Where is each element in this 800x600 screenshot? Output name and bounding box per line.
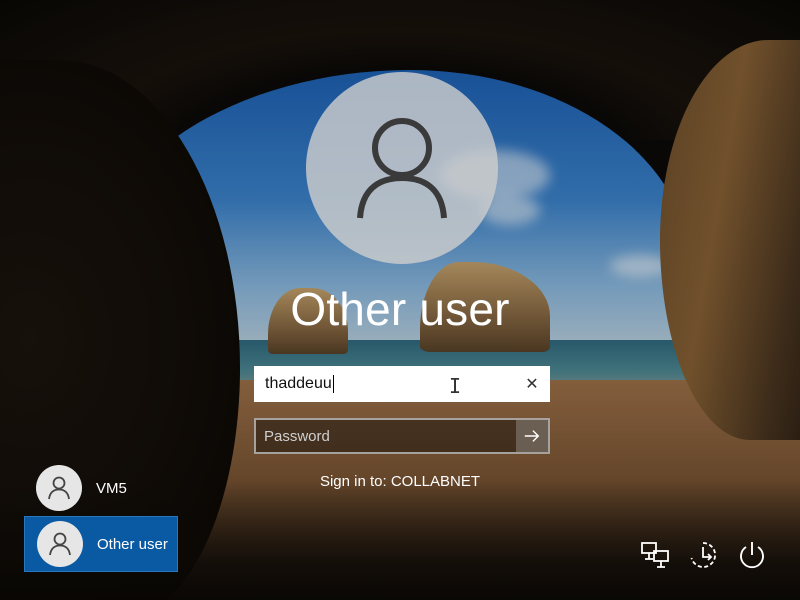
account-other-user[interactable]: Other user <box>24 516 178 572</box>
submit-button[interactable] <box>516 420 548 452</box>
user-icon <box>49 532 71 556</box>
username-value: thaddeuu <box>265 375 332 393</box>
ibeam-cursor-icon: I <box>449 374 462 398</box>
ease-of-access-button[interactable] <box>686 538 720 572</box>
lock-screen: Other user thaddeuu I ✕ Sign in to: COLL… <box>0 0 800 600</box>
ease-of-access-icon <box>690 542 716 568</box>
network-icon <box>641 542 669 568</box>
page-title: Other user <box>290 283 510 335</box>
avatar <box>37 521 83 567</box>
password-field[interactable] <box>256 420 516 452</box>
network-button[interactable] <box>639 538 673 572</box>
username-field[interactable]: thaddeuu I ✕ <box>254 366 550 402</box>
password-field-wrap <box>254 418 550 454</box>
user-icon <box>357 118 447 219</box>
account-vm5[interactable]: VM5 <box>24 460 178 516</box>
user-avatar <box>306 72 498 264</box>
username-value-wrap[interactable]: thaddeuu <box>255 374 515 393</box>
avatar <box>36 465 82 511</box>
account-label: VM5 <box>96 479 127 497</box>
account-label: Other user <box>97 535 168 553</box>
arrow-right-icon <box>524 430 540 442</box>
power-icon <box>740 542 764 569</box>
text-caret <box>332 374 334 393</box>
user-icon <box>48 476 70 500</box>
close-icon[interactable]: ✕ <box>515 367 549 401</box>
power-button[interactable] <box>735 538 769 572</box>
